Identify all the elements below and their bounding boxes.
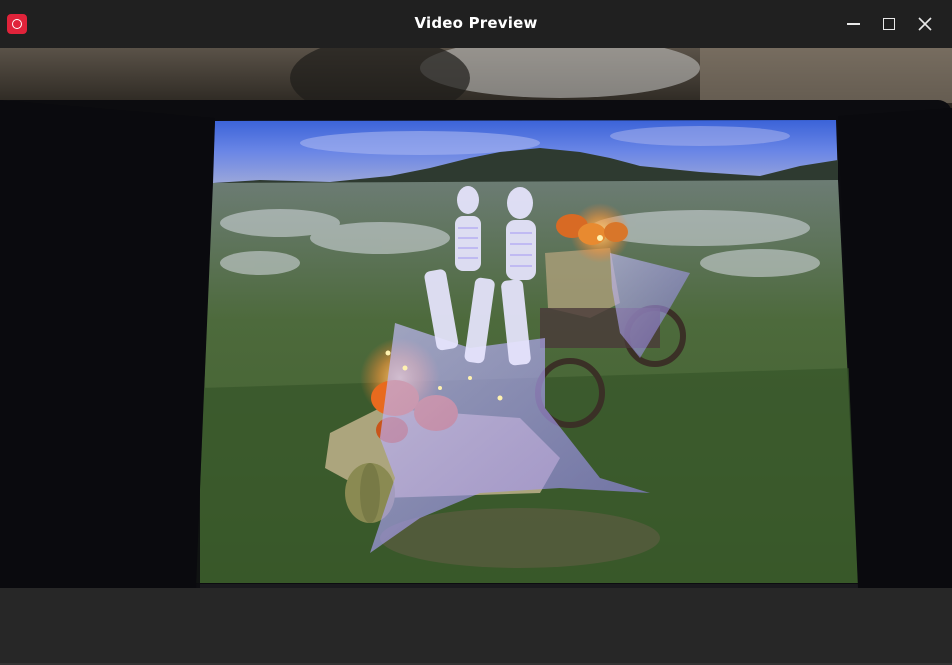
video-frame-image xyxy=(0,48,952,588)
close-icon xyxy=(918,17,932,31)
playback-control-bar xyxy=(0,588,952,665)
minimize-icon xyxy=(846,23,860,25)
video-preview-window: Video Preview xyxy=(0,0,952,665)
close-button[interactable] xyxy=(911,10,939,38)
window-title: Video Preview xyxy=(414,14,538,32)
maximize-icon xyxy=(883,18,895,30)
minimize-button[interactable] xyxy=(839,10,867,38)
title-bar[interactable]: Video Preview xyxy=(0,0,952,48)
video-preview-frame[interactable] xyxy=(0,48,952,588)
phone-screen xyxy=(196,120,858,583)
maximize-button[interactable] xyxy=(875,10,903,38)
